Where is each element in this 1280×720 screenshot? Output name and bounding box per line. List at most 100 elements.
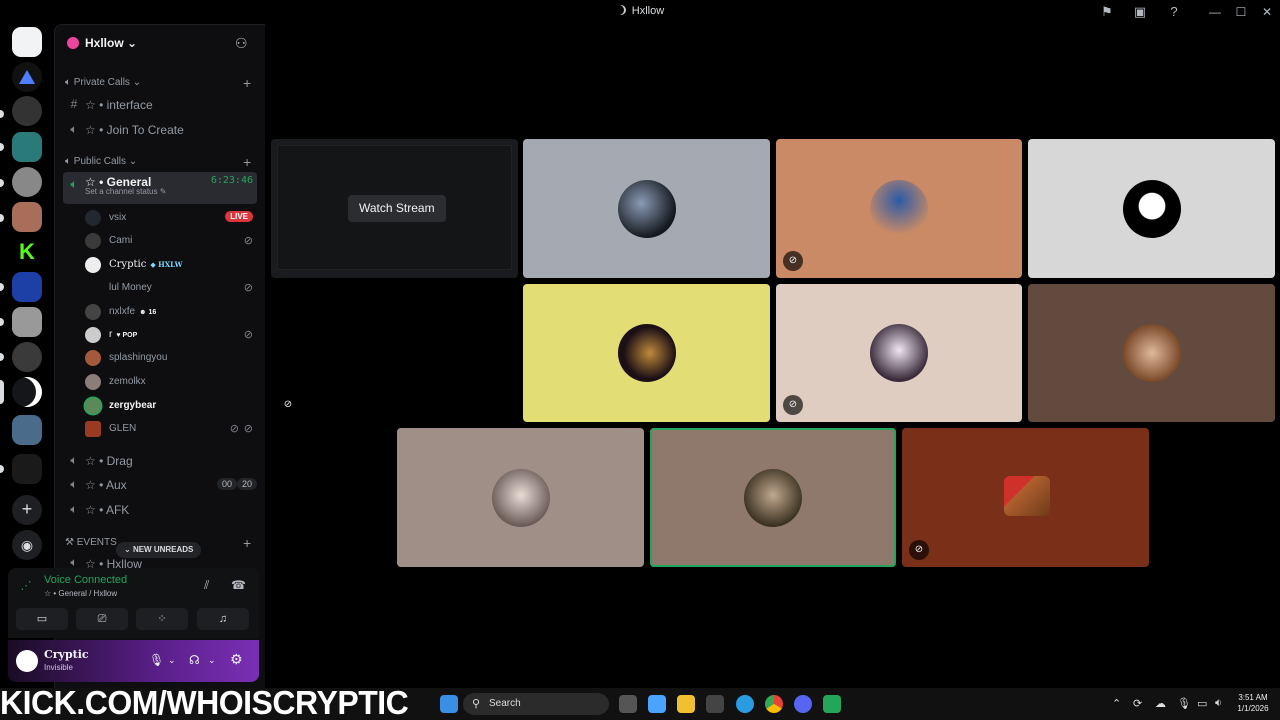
- avatar[interactable]: [16, 650, 38, 672]
- camera-button[interactable]: ▭: [16, 608, 68, 630]
- participant-tile[interactable]: [523, 284, 770, 422]
- voice-user[interactable]: Cami ⊘: [85, 230, 257, 252]
- server-icon-2[interactable]: [12, 62, 42, 92]
- create-channel-icon[interactable]: +: [243, 154, 251, 170]
- channel-interface[interactable]: # ☆ • interface: [63, 92, 257, 116]
- server-icon-home[interactable]: [12, 27, 42, 57]
- volume-icon[interactable]: 🔉︎: [1215, 697, 1222, 710]
- channel-general[interactable]: 🔈︎ ☆ • General 6:23:46 Set a channel sta…: [63, 172, 257, 204]
- new-unreads-button[interactable]: ⌄ NEW UNREADS: [116, 542, 202, 558]
- soundboard-button[interactable]: ♫: [197, 608, 249, 630]
- voice-status[interactable]: Voice Connected: [44, 574, 127, 586]
- file-explorer-icon[interactable]: [677, 695, 695, 713]
- participant-tile[interactable]: [523, 139, 770, 278]
- avatar: [85, 233, 101, 249]
- tray-chevron-icon[interactable]: ⌃: [1112, 697, 1121, 710]
- category-events[interactable]: ⚒ EVENTS +: [65, 535, 251, 553]
- server-icon-hxllow[interactable]: [12, 377, 42, 407]
- unread-pill: [0, 465, 4, 473]
- flag-icon[interactable]: ⚑: [1099, 4, 1115, 20]
- invite-people-icon[interactable]: ⚇: [235, 35, 248, 52]
- copilot-icon[interactable]: [648, 695, 666, 713]
- server-folder-icon[interactable]: [12, 415, 42, 445]
- participant-tile[interactable]: [397, 428, 644, 567]
- server-icon-8[interactable]: [12, 272, 42, 302]
- muted-mic-icon: ⊘: [783, 251, 803, 271]
- channel-aux[interactable]: 🔈︎ ☆ • Aux 00 20: [63, 472, 258, 496]
- voice-user[interactable]: nxlxfe ☻ 16: [85, 301, 257, 323]
- voice-user[interactable]: splashingyou: [85, 347, 257, 369]
- create-channel-icon[interactable]: +: [243, 535, 251, 551]
- chevron-down-icon[interactable]: ⌄: [168, 655, 176, 666]
- channel-afk[interactable]: 🔈︎ ☆ • AFK: [63, 497, 257, 521]
- server-icon-3[interactable]: [12, 96, 42, 126]
- voice-user[interactable]: zemolkx: [85, 371, 257, 393]
- microphone-icon[interactable]: 🎙︎: [149, 653, 164, 667]
- server-icon-9[interactable]: [12, 307, 42, 337]
- mic-tray-icon[interactable]: 🎙︎: [1177, 697, 1191, 710]
- channel-drag[interactable]: 🔈︎ ☆ • Drag: [63, 448, 257, 472]
- voice-location[interactable]: ☆ • General / Hxllow: [44, 589, 117, 598]
- voice-user[interactable]: Cryptic ◆ HXLW: [85, 254, 257, 276]
- voice-user[interactable]: vsix LIVE: [85, 207, 257, 229]
- speaker-icon: 🔈︎: [70, 502, 78, 516]
- voice-user[interactable]: lul Money ⊘: [85, 277, 257, 299]
- search-icon: ⚲: [472, 698, 481, 710]
- headphones-icon[interactable]: ☊: [189, 653, 200, 667]
- voice-user[interactable]: GLEN ⊘ ⊘: [85, 418, 257, 440]
- help-icon[interactable]: ?: [1166, 4, 1182, 20]
- watch-stream-button[interactable]: Watch Stream: [348, 195, 446, 222]
- taskbar-search[interactable]: ⚲ Search: [463, 693, 609, 715]
- participant-tile[interactable]: [1028, 284, 1275, 422]
- server-icon-6[interactable]: [12, 202, 42, 232]
- noise-suppression-icon[interactable]: ⫽: [204, 578, 209, 593]
- channel-status[interactable]: Set a channel status ✎: [85, 187, 166, 196]
- category-private-calls[interactable]: 🔈︎ Private Calls ⌄ +: [65, 75, 251, 93]
- discord-icon[interactable]: [794, 695, 812, 713]
- avatar: [85, 327, 101, 343]
- add-server-icon[interactable]: +: [12, 495, 42, 525]
- server-icon-5[interactable]: [12, 167, 42, 197]
- taskbar-clock[interactable]: 3:51 AM 1/1/2026: [1230, 692, 1276, 714]
- guild-tag-text: HXLW: [158, 260, 183, 269]
- signal-icon[interactable]: ⋰: [18, 578, 34, 594]
- participant-tile[interactable]: ⊘: [902, 428, 1149, 567]
- cloud-icon[interactable]: ☁: [1155, 697, 1166, 710]
- app-icon[interactable]: [823, 695, 841, 713]
- display-icon[interactable]: ▭: [1197, 697, 1207, 710]
- participant-tile-speaking[interactable]: [650, 428, 896, 567]
- channel-join-to-create[interactable]: 🔈︎ ☆ • Join To Create: [63, 117, 257, 141]
- activities-button[interactable]: ⁘: [136, 608, 188, 630]
- maximize-button[interactable]: ☐: [1229, 3, 1253, 21]
- close-button[interactable]: ✕: [1255, 3, 1279, 21]
- participant-tile[interactable]: ⊘: [776, 139, 1022, 278]
- kick-server-icon[interactable]: K: [12, 237, 42, 267]
- participant-tile[interactable]: [1028, 139, 1275, 278]
- voice-user[interactable]: zergybear: [85, 395, 257, 417]
- chevron-down-icon[interactable]: ⌄: [208, 655, 216, 666]
- discover-icon[interactable]: ◉: [12, 530, 42, 560]
- inbox-icon[interactable]: ▣: [1132, 4, 1148, 20]
- server-icon-10[interactable]: [12, 342, 42, 372]
- voice-user[interactable]: r ♥ POP ⊘: [85, 324, 257, 346]
- task-view-icon[interactable]: [619, 695, 637, 713]
- participant-tile[interactable]: ⊘: [776, 284, 1022, 422]
- chrome-icon[interactable]: [765, 695, 783, 713]
- disconnect-icon[interactable]: ☎: [231, 578, 246, 592]
- participant-tile[interactable]: ⊘: [271, 284, 518, 422]
- category-public-calls[interactable]: 🔈︎ Public Calls ⌄ +: [65, 154, 251, 172]
- server-folder-icon-2[interactable]: [12, 454, 42, 484]
- stream-overlay-text: KICK.COM/WHOISCRYPTIC: [0, 684, 409, 720]
- minimize-button[interactable]: —: [1203, 3, 1227, 21]
- edge-icon[interactable]: [736, 695, 754, 713]
- gear-icon[interactable]: ⚙: [230, 651, 243, 668]
- sync-icon[interactable]: ⟳: [1133, 697, 1142, 710]
- watch-stream-label: Watch Stream: [359, 201, 435, 215]
- store-icon[interactable]: [706, 695, 724, 713]
- user-panel-name[interactable]: Cryptic: [44, 648, 89, 661]
- create-channel-icon[interactable]: +: [243, 75, 251, 91]
- guild-header[interactable]: Hxllow ⌄ ⚇: [55, 25, 265, 61]
- screenshare-button[interactable]: ⎚: [76, 608, 128, 630]
- server-icon-4[interactable]: [12, 132, 42, 162]
- start-icon[interactable]: [440, 695, 458, 713]
